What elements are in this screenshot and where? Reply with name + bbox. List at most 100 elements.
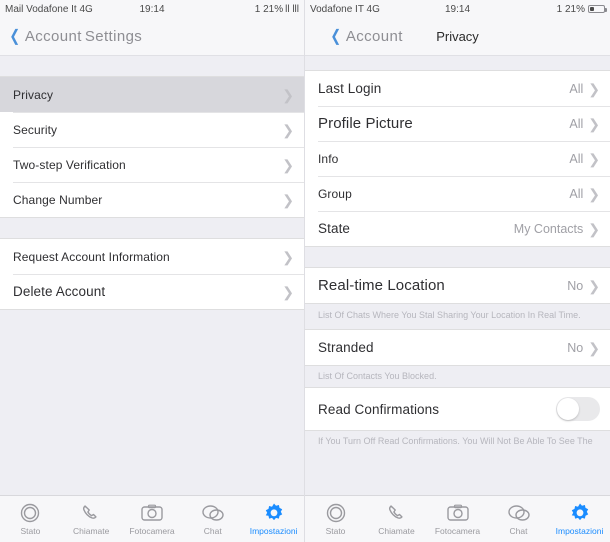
privacy-location-section: Real-time Location No ❯: [305, 267, 610, 304]
privacy-row-info[interactable]: Info All ❯: [305, 141, 610, 176]
privacy-visibility-section: Last Login All ❯ Profile Picture All ❯ I…: [305, 70, 610, 247]
privacy-row-state[interactable]: State My Contacts ❯: [305, 211, 610, 246]
chevron-right-icon: ❯: [282, 248, 294, 265]
chevron-right-icon: ❯: [282, 283, 294, 300]
tab-stato[interactable]: Stato: [0, 502, 61, 536]
tab-fotocamera[interactable]: Fotocamera: [427, 502, 488, 536]
tab-fotocamera[interactable]: Fotocamera: [122, 502, 183, 536]
signal-bars-icon: ll lll: [285, 3, 299, 15]
settings-row-security[interactable]: Security ❯: [0, 112, 304, 147]
chevron-left-icon: ❮: [330, 27, 342, 45]
row-label: Request Account Information: [13, 249, 170, 264]
tab-impostazioni[interactable]: Impostazioni: [549, 502, 610, 536]
settings-row-delete-account[interactable]: Delete Account ❯: [0, 274, 304, 309]
location-footnote: List Of Chats Where You Stal Sharing You…: [305, 304, 610, 330]
chevron-right-icon: ❯: [588, 115, 600, 132]
chevron-right-icon: ❯: [588, 220, 600, 237]
left-settings-list[interactable]: Privacy ❯ Security ❯ Two-step Verificati…: [0, 56, 304, 495]
nav-heading-extra: Settings: [84, 28, 143, 45]
chevron-right-icon: ❯: [282, 156, 294, 173]
row-accessory: ❯: [282, 158, 294, 172]
status-right-cluster: 1 21% ll lll: [255, 4, 299, 15]
row-label: Profile Picture: [318, 115, 413, 132]
back-button[interactable]: ❮ Account: [329, 28, 403, 45]
read-confirmations-toggle[interactable]: [556, 397, 600, 422]
left-tab-bar[interactable]: Stato Chiamate Fotocamera Chat Impostazi…: [0, 495, 304, 542]
gear-icon: [569, 502, 591, 524]
privacy-row-read-confirmations[interactable]: Read Confirmations: [305, 388, 610, 431]
gear-icon: [263, 502, 285, 524]
row-accessory: No ❯: [567, 341, 600, 355]
row-accessory: ❯: [282, 123, 294, 137]
row-label: Info: [318, 151, 339, 166]
chevron-right-icon: ❯: [282, 121, 294, 138]
chevron-right-icon: ❯: [282, 86, 294, 103]
row-label: Change Number: [13, 192, 103, 207]
row-value: All: [569, 116, 584, 131]
camera-icon: [446, 502, 470, 524]
settings-row-request-account-information[interactable]: Request Account Information ❯: [0, 239, 304, 274]
left-status-bar: Mail Vodafone It 4G 19:14 1 21% ll lll: [0, 0, 304, 18]
tab-label: Impostazioni: [555, 526, 604, 536]
battery-percent-label: 1 21%: [254, 3, 284, 15]
row-label: Last Login: [318, 81, 382, 96]
tab-chiamate[interactable]: Chiamate: [61, 502, 122, 536]
privacy-read-receipts-section: Read Confirmations: [305, 387, 610, 432]
privacy-blocked-section: Stranded No ❯: [305, 329, 610, 367]
carrier-label: Mail Vodafone It 4G: [5, 3, 93, 15]
back-button[interactable]: ❮ Account Settings: [8, 28, 142, 45]
carrier-label: Vodafone IT 4G: [310, 3, 380, 15]
right-privacy-list[interactable]: Last Login All ❯ Profile Picture All ❯ I…: [305, 56, 610, 495]
right-tab-bar[interactable]: Stato Chiamate Fotocamera Chat Impostazi…: [305, 495, 610, 542]
phone-icon: [386, 502, 408, 524]
privacy-row-real-time-location[interactable]: Real-time Location No ❯: [305, 268, 610, 303]
row-accessory: ❯: [282, 285, 294, 299]
privacy-row-stranded[interactable]: Stranded No ❯: [305, 330, 610, 366]
tab-chat[interactable]: Chat: [488, 502, 549, 536]
section-spacer: [305, 56, 610, 70]
section-spacer: [0, 218, 304, 238]
battery-percent-label: 1 21%: [556, 3, 585, 15]
right-status-bar: Vodafone IT 4G 19:14 1 21%: [305, 0, 610, 18]
phone-icon: [80, 502, 102, 524]
back-button-label: Account: [24, 28, 82, 45]
settings-row-privacy[interactable]: Privacy ❯: [0, 77, 304, 112]
section-spacer: [305, 247, 610, 267]
row-accessory: ❯: [282, 250, 294, 264]
row-label: Privacy: [13, 87, 54, 102]
row-value: All: [569, 151, 584, 166]
row-value: No: [567, 278, 584, 293]
tab-label: Chiamate: [73, 526, 110, 536]
row-label: Delete Account: [13, 284, 106, 299]
status-right-cluster: 1 21%: [556, 3, 607, 15]
row-value: All: [569, 81, 584, 96]
row-label: Read Confirmations: [318, 401, 440, 417]
status-ring-icon: [19, 502, 41, 524]
tab-impostazioni[interactable]: Impostazioni: [243, 502, 304, 536]
row-accessory: ❯: [282, 88, 294, 102]
privacy-row-group[interactable]: Group All ❯: [305, 176, 610, 211]
tab-label: Fotocamera: [129, 526, 175, 536]
tab-chiamate[interactable]: Chiamate: [366, 502, 427, 536]
settings-row-change-number[interactable]: Change Number ❯: [0, 182, 304, 217]
account-section-2: Request Account Information ❯ Delete Acc…: [0, 238, 304, 310]
row-accessory: All ❯: [569, 117, 600, 131]
tab-chat[interactable]: Chat: [182, 502, 243, 536]
row-accessory: My Contacts ❯: [514, 222, 600, 236]
tab-label: Stato: [325, 526, 346, 536]
tab-label: Fotocamera: [434, 526, 481, 536]
toggle-knob: [557, 398, 579, 421]
row-label: Group: [318, 186, 352, 201]
chat-bubbles-icon: [507, 502, 531, 524]
privacy-row-last-login[interactable]: Last Login All ❯: [305, 71, 610, 106]
row-label: Stranded: [318, 340, 374, 356]
tab-stato[interactable]: Stato: [305, 502, 366, 536]
settings-row-two-step-verification[interactable]: Two-step Verification ❯: [0, 147, 304, 182]
privacy-row-profile-picture[interactable]: Profile Picture All ❯: [305, 106, 610, 141]
right-phone-screen: Vodafone IT 4G 19:14 1 21% ❮ Account Pri…: [305, 0, 610, 542]
section-spacer: [0, 56, 304, 76]
row-label: State: [318, 221, 351, 236]
tab-label: Chiamate: [378, 526, 415, 536]
camera-icon: [140, 502, 164, 524]
chevron-right-icon: ❯: [588, 80, 600, 97]
